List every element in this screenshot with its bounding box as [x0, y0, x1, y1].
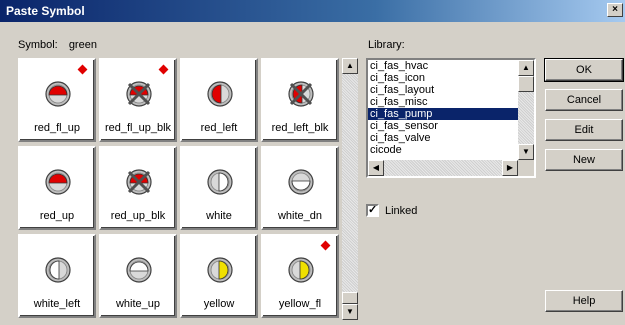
red-up-blocked-icon — [125, 80, 153, 108]
library-item[interactable]: ci_fas_misc — [368, 96, 534, 108]
symbol-caption: Symbol: — [18, 39, 58, 51]
library-item[interactable]: ci_fas_hvac — [368, 60, 534, 72]
symbol-tile[interactable]: red_left — [180, 58, 258, 142]
symbol-tile[interactable]: red_up_blk — [99, 146, 177, 230]
red-left-circle-icon — [206, 80, 234, 108]
symbol-tile-label: white_left — [33, 298, 81, 310]
symbol-tile[interactable]: white_up — [99, 234, 177, 318]
symbol-grid-scrollbar[interactable]: ▲ ▼ — [342, 58, 358, 320]
library-label: Library: — [368, 39, 405, 51]
scroll-down-button[interactable]: ▼ — [342, 304, 358, 320]
symbol-tile[interactable]: white_left — [18, 234, 96, 318]
symbol-tile-label: red_fl_up — [34, 122, 80, 134]
list-scroll-down-button[interactable]: ▼ — [518, 144, 534, 160]
symbol-tile[interactable]: white_dn — [261, 146, 339, 230]
list-scroll-right-button[interactable]: ▶ — [502, 160, 518, 176]
symbol-tile[interactable]: red_fl_up_blk — [99, 58, 177, 142]
symbol-tile-label: red_left_blk — [271, 122, 329, 134]
symbol-tile-label: red_fl_up_blk — [104, 122, 172, 134]
list-scroll-thumb[interactable] — [518, 76, 534, 92]
edit-button[interactable]: Edit — [545, 119, 623, 141]
symbol-tile[interactable]: red_up — [18, 146, 96, 230]
white-down-circle-icon — [287, 168, 315, 196]
cancel-button[interactable]: Cancel — [545, 89, 623, 111]
white-right-circle-icon — [206, 168, 234, 196]
red-left-blocked-icon — [287, 80, 315, 108]
symbol-value: green — [68, 39, 97, 51]
linked-label: Linked — [385, 204, 418, 217]
symbol-tile-label: yellow — [203, 298, 235, 310]
title-bar: Paste Symbol × — [0, 0, 625, 22]
symbol-tile[interactable]: yellow_fl — [261, 234, 339, 318]
help-button[interactable]: Help — [545, 290, 623, 312]
close-button[interactable]: × — [607, 3, 623, 17]
symbol-tile[interactable]: yellow — [180, 234, 258, 318]
symbol-grid: red_fl_up red_fl_up_blk red_left red_lef… — [18, 58, 340, 320]
library-vscrollbar[interactable]: ▲ ▼ — [518, 60, 534, 160]
library-listbox[interactable]: ci_fas_hvac ci_fas_icon ci_fas_layout ci_fa… — [366, 58, 536, 178]
library-item[interactable]: ci_fas_pump — [368, 108, 534, 120]
new-button[interactable]: New — [545, 149, 623, 171]
symbol-label: Symbol: green — [18, 39, 97, 51]
symbol-tile-label: red_up — [39, 210, 75, 222]
scroll-corner — [518, 160, 534, 176]
symbol-tile-label: white — [206, 210, 232, 222]
symbol-tile-label: red_left — [200, 122, 238, 134]
library-list: ci_fas_hvac ci_fas_icon ci_fas_layout ci_fa… — [368, 60, 534, 156]
window-title: Paste Symbol — [6, 4, 85, 18]
white-left-circle-icon — [44, 256, 72, 284]
library-item[interactable]: cicode — [368, 144, 534, 156]
ok-button[interactable]: OK — [544, 58, 624, 82]
flag-diamond-icon — [320, 240, 331, 251]
linked-checkbox[interactable]: ✓ — [366, 204, 379, 217]
yellow-right-circle-icon — [287, 256, 315, 284]
red-up-circle-icon — [44, 168, 72, 196]
symbol-tile[interactable]: white — [180, 146, 258, 230]
library-item[interactable]: ci_fas_sensor — [368, 120, 534, 132]
symbol-tile[interactable]: red_fl_up — [18, 58, 96, 142]
yellow-right-circle-icon — [206, 256, 234, 284]
flag-diamond-icon — [77, 64, 88, 75]
red-up-circle-icon — [44, 80, 72, 108]
scroll-up-button[interactable]: ▲ — [342, 58, 358, 74]
symbol-tile-label: yellow_fl — [278, 298, 322, 310]
symbol-tile[interactable]: red_left_blk — [261, 58, 339, 142]
library-item[interactable]: ci_fas_icon — [368, 72, 534, 84]
flag-diamond-icon — [158, 64, 169, 75]
list-scroll-up-button[interactable]: ▲ — [518, 60, 534, 76]
library-item[interactable]: ci_fas_layout — [368, 84, 534, 96]
library-hscrollbar[interactable]: ◀ ▶ — [368, 160, 518, 176]
white-up-circle-icon — [125, 256, 153, 284]
symbol-tile-label: white_up — [115, 298, 161, 310]
red-up-blocked-icon — [125, 168, 153, 196]
scroll-thumb[interactable] — [342, 292, 358, 304]
symbol-tile-label: white_dn — [277, 210, 323, 222]
list-scroll-left-button[interactable]: ◀ — [368, 160, 384, 176]
symbol-tile-label: red_up_blk — [110, 210, 166, 222]
library-item[interactable]: ci_fas_valve — [368, 132, 534, 144]
linked-option[interactable]: ✓ Linked — [366, 204, 417, 217]
